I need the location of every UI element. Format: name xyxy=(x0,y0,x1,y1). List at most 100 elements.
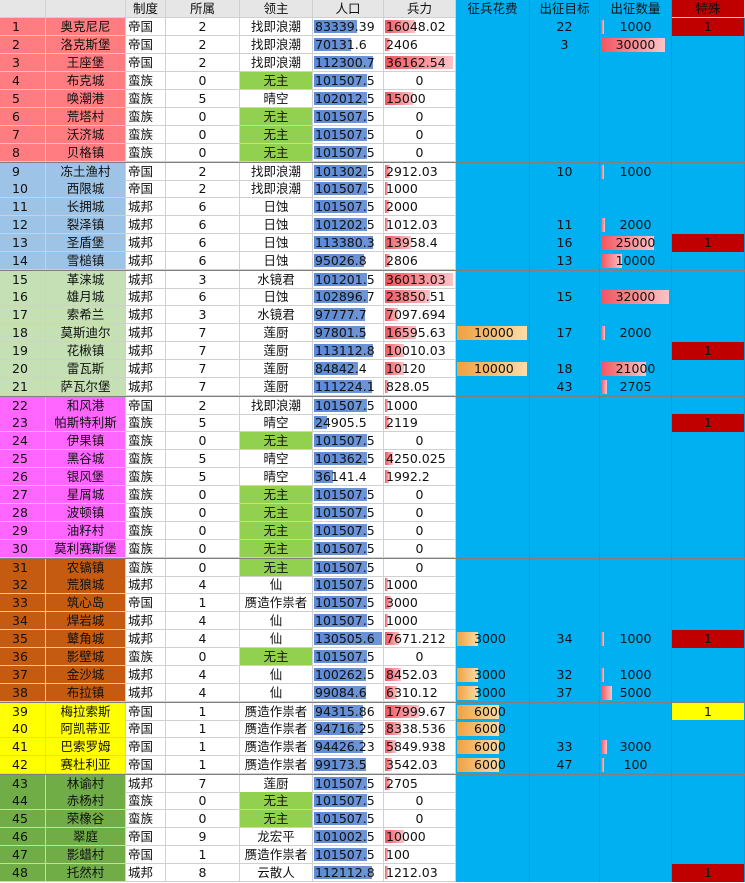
cell-index[interactable]: 10 xyxy=(0,180,46,198)
cell-special[interactable] xyxy=(672,828,745,846)
cell-troops[interactable]: 15000 xyxy=(384,90,456,108)
cell-system[interactable]: 帝国 xyxy=(126,397,166,415)
cell-expedition[interactable] xyxy=(600,72,672,90)
cell-recruit-cost[interactable]: 10000 xyxy=(456,360,530,378)
cell-special[interactable] xyxy=(672,810,745,828)
cell-owner[interactable]: 4 xyxy=(166,630,240,648)
cell-population[interactable]: 101507.5 xyxy=(313,108,384,126)
cell-owner[interactable]: 5 xyxy=(166,468,240,486)
cell-population[interactable]: 101507.5 xyxy=(313,180,384,198)
cell-name[interactable]: 奥克尼尼 xyxy=(46,18,126,36)
cell-population[interactable]: 101507.5 xyxy=(313,126,384,144)
cell-recruit-cost[interactable] xyxy=(456,198,530,216)
cell-name[interactable]: 赛杜利亚 xyxy=(46,756,126,774)
cell-recruit-cost[interactable] xyxy=(456,450,530,468)
cell-index[interactable]: 45 xyxy=(0,810,46,828)
cell-recruit-cost[interactable] xyxy=(456,180,530,198)
cell-troops[interactable]: 828.05 xyxy=(384,378,456,396)
cell-lord[interactable]: 赝造作祟者 xyxy=(240,720,313,738)
cell-name[interactable]: 和风港 xyxy=(46,397,126,415)
cell-owner[interactable]: 2 xyxy=(166,163,240,181)
cell-system[interactable]: 蛮族 xyxy=(126,414,166,432)
cell-expedition[interactable] xyxy=(600,612,672,630)
cell-lord[interactable]: 无主 xyxy=(240,540,313,558)
cell-expedition[interactable] xyxy=(600,775,672,793)
cell-index[interactable]: 46 xyxy=(0,828,46,846)
cell-troops[interactable]: 1000 xyxy=(384,576,456,594)
cell-special[interactable] xyxy=(672,648,745,666)
cell-target[interactable] xyxy=(530,126,600,144)
header-lord[interactable]: 领主 xyxy=(240,0,313,18)
cell-lord[interactable]: 无主 xyxy=(240,432,313,450)
cell-target[interactable]: 37 xyxy=(530,684,600,702)
cell-index[interactable]: 36 xyxy=(0,648,46,666)
cell-expedition[interactable] xyxy=(600,703,672,721)
cell-index[interactable]: 34 xyxy=(0,612,46,630)
cell-special[interactable]: 1 xyxy=(672,18,745,36)
cell-index[interactable]: 25 xyxy=(0,450,46,468)
cell-name[interactable]: 萨瓦尔堡 xyxy=(46,378,126,396)
cell-index[interactable]: 24 xyxy=(0,432,46,450)
cell-owner[interactable]: 0 xyxy=(166,432,240,450)
cell-expedition[interactable] xyxy=(600,450,672,468)
cell-index[interactable]: 19 xyxy=(0,342,46,360)
cell-system[interactable]: 蛮族 xyxy=(126,504,166,522)
cell-system[interactable]: 蛮族 xyxy=(126,108,166,126)
cell-recruit-cost[interactable] xyxy=(456,271,530,289)
cell-troops[interactable]: 0 xyxy=(384,522,456,540)
cell-special[interactable] xyxy=(672,163,745,181)
cell-lord[interactable]: 晴空 xyxy=(240,414,313,432)
cell-lord[interactable]: 晴空 xyxy=(240,90,313,108)
cell-expedition[interactable]: 30000 xyxy=(600,36,672,54)
cell-target[interactable] xyxy=(530,792,600,810)
cell-target[interactable]: 43 xyxy=(530,378,600,396)
cell-name[interactable]: 油籽村 xyxy=(46,522,126,540)
cell-target[interactable] xyxy=(530,468,600,486)
cell-population[interactable]: 101507.5 xyxy=(313,648,384,666)
cell-recruit-cost[interactable] xyxy=(456,72,530,90)
cell-index[interactable]: 26 xyxy=(0,468,46,486)
cell-system[interactable]: 蛮族 xyxy=(126,450,166,468)
cell-target[interactable] xyxy=(530,198,600,216)
cell-special[interactable] xyxy=(672,72,745,90)
cell-index[interactable]: 42 xyxy=(0,756,46,774)
cell-index[interactable]: 39 xyxy=(0,703,46,721)
cell-owner[interactable]: 1 xyxy=(166,720,240,738)
cell-owner[interactable]: 6 xyxy=(166,288,240,306)
cell-target[interactable] xyxy=(530,720,600,738)
cell-expedition[interactable]: 21000 xyxy=(600,360,672,378)
cell-troops[interactable]: 0 xyxy=(384,559,456,577)
cell-system[interactable]: 蛮族 xyxy=(126,432,166,450)
cell-system[interactable]: 城邦 xyxy=(126,612,166,630)
cell-troops[interactable]: 0 xyxy=(384,648,456,666)
cell-recruit-cost[interactable] xyxy=(456,126,530,144)
cell-index[interactable]: 37 xyxy=(0,666,46,684)
cell-target[interactable] xyxy=(530,414,600,432)
cell-lord[interactable]: 赝造作祟者 xyxy=(240,703,313,721)
cell-system[interactable]: 城邦 xyxy=(126,576,166,594)
cell-recruit-cost[interactable] xyxy=(456,378,530,396)
cell-population[interactable]: 99173.5 xyxy=(313,756,384,774)
cell-lord[interactable]: 水镜君 xyxy=(240,271,313,289)
cell-name[interactable]: 影壁城 xyxy=(46,648,126,666)
cell-system[interactable]: 帝国 xyxy=(126,36,166,54)
cell-owner[interactable]: 2 xyxy=(166,54,240,72)
cell-troops[interactable]: 0 xyxy=(384,144,456,162)
cell-expedition[interactable] xyxy=(600,468,672,486)
cell-lord[interactable]: 找即浪潮 xyxy=(240,18,313,36)
cell-owner[interactable]: 6 xyxy=(166,234,240,252)
cell-index[interactable]: 30 xyxy=(0,540,46,558)
cell-owner[interactable]: 1 xyxy=(166,756,240,774)
cell-troops[interactable]: 2705 xyxy=(384,775,456,793)
cell-target[interactable] xyxy=(530,432,600,450)
cell-expedition[interactable]: 5000 xyxy=(600,684,672,702)
cell-name[interactable]: 荣橡谷 xyxy=(46,810,126,828)
cell-target[interactable] xyxy=(530,342,600,360)
cell-special[interactable] xyxy=(672,198,745,216)
cell-expedition[interactable] xyxy=(600,720,672,738)
cell-recruit-cost[interactable] xyxy=(456,234,530,252)
cell-target[interactable]: 13 xyxy=(530,252,600,270)
cell-troops[interactable]: 0 xyxy=(384,432,456,450)
cell-owner[interactable]: 0 xyxy=(166,810,240,828)
cell-special[interactable] xyxy=(672,775,745,793)
